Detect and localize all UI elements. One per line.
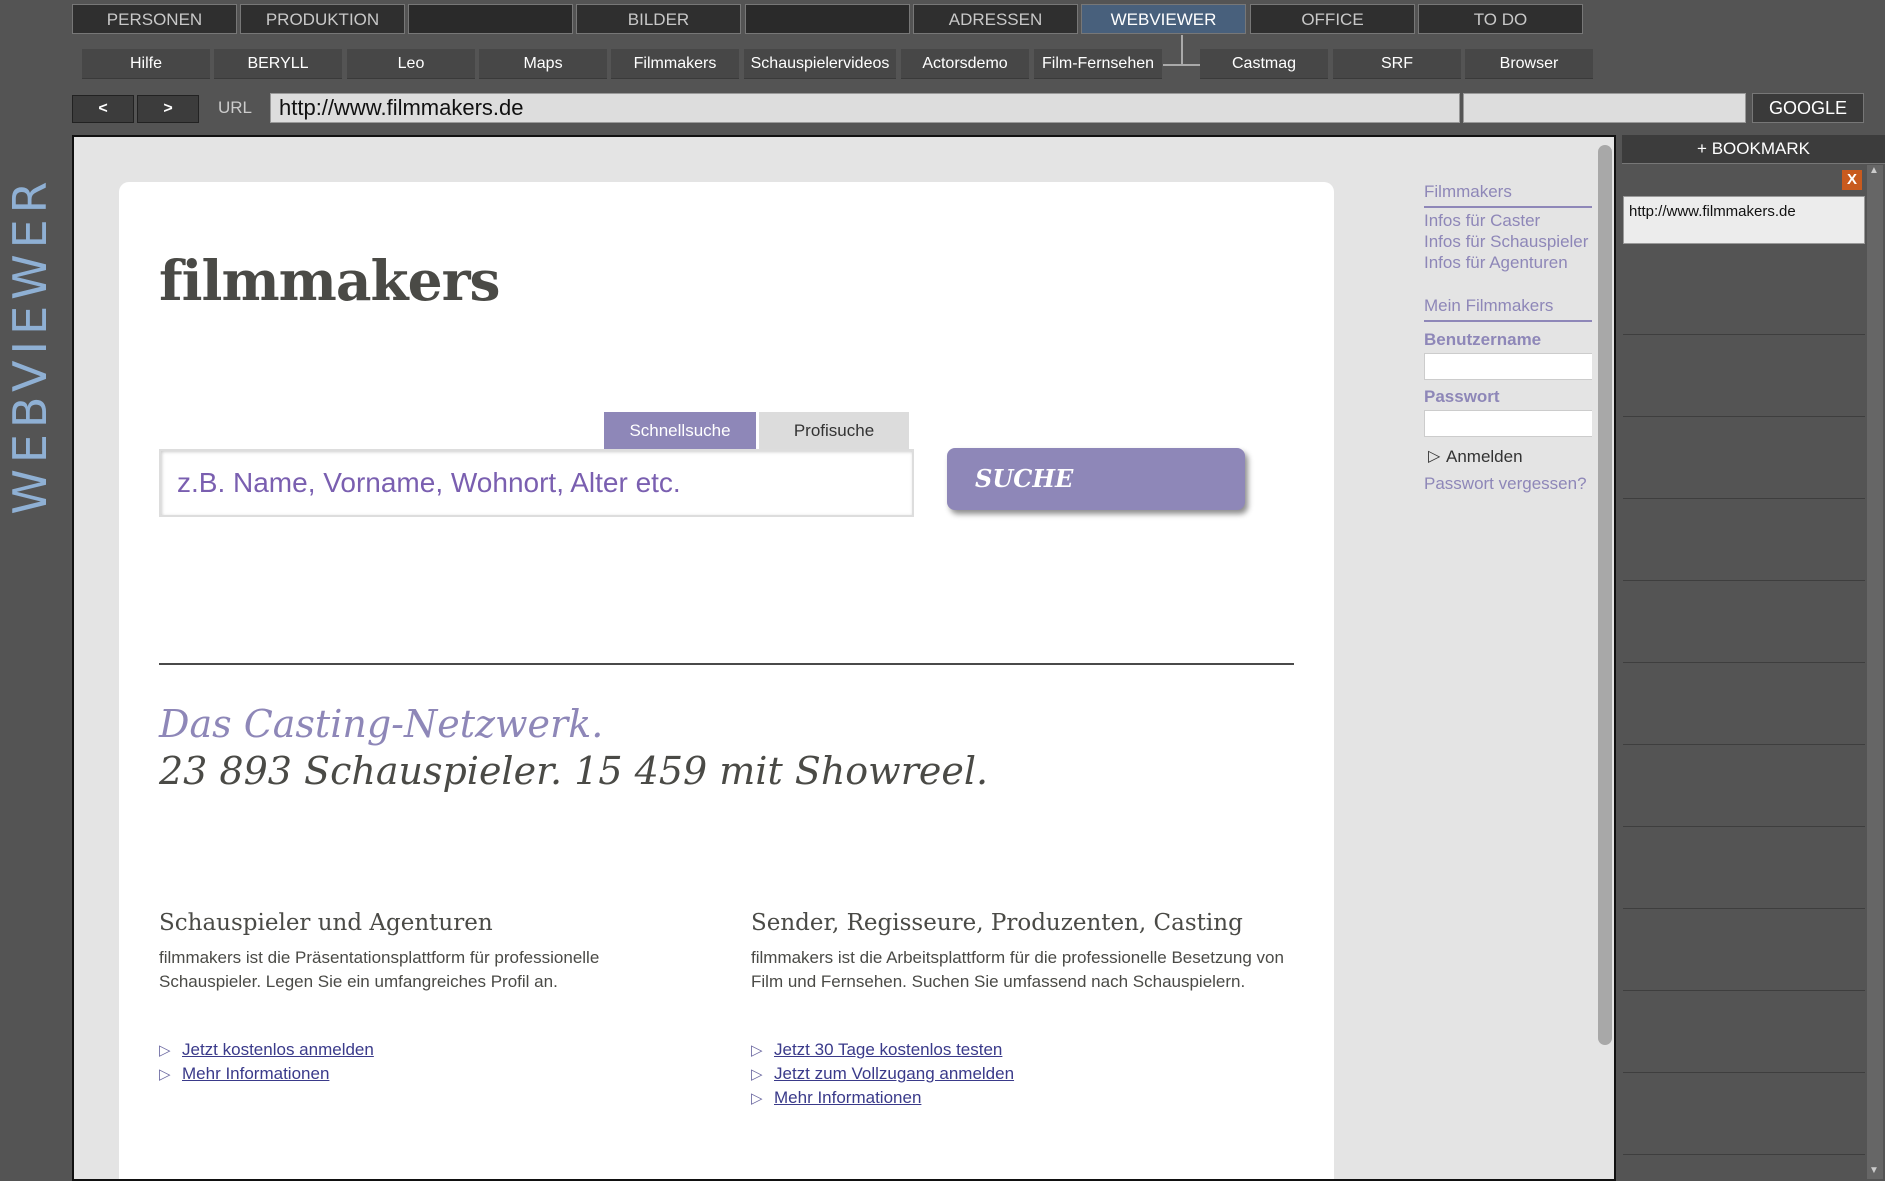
tab-profisuche[interactable]: Profisuche — [759, 412, 909, 449]
link-mehr-informationen-1[interactable]: Mehr Informationen — [182, 1064, 329, 1084]
tab-bilder[interactable]: BILDER — [576, 4, 741, 34]
arrow-icon: ▷ — [159, 1066, 171, 1083]
search-input[interactable]: z.B. Name, Vorname, Wohnort, Alter etc. — [159, 449, 914, 517]
bookmark-slot — [1623, 826, 1865, 909]
link-infos-caster[interactable]: Infos für Caster — [1424, 211, 1540, 231]
tab-blank-2[interactable] — [745, 4, 910, 34]
subtab-castmag[interactable]: Castmag — [1200, 49, 1328, 79]
subtab-leo[interactable]: Leo — [347, 49, 475, 79]
divider — [159, 663, 1294, 665]
scroll-down-icon[interactable]: ▼ — [1869, 1165, 1879, 1176]
subtab-beryll[interactable]: BERYLL — [214, 49, 342, 79]
sidebar-line — [1424, 320, 1614, 322]
username-input[interactable] — [1424, 353, 1614, 380]
tab-connector-horizontal — [1163, 64, 1201, 66]
link-30-tage-testen[interactable]: Jetzt 30 Tage kostenlos testen — [774, 1040, 1002, 1060]
col2-heading: Sender, Regisseure, Produzenten, Casting — [751, 910, 1243, 936]
bookmark-slot — [1623, 252, 1865, 335]
add-bookmark-button[interactable]: + BOOKMARK — [1622, 135, 1885, 164]
subtab-maps[interactable]: Maps — [479, 49, 607, 79]
close-icon[interactable]: X — [1842, 170, 1862, 190]
arrow-icon: ▷ — [751, 1066, 763, 1083]
tab-personen[interactable]: PERSONEN — [72, 4, 237, 34]
bookmark-slot — [1623, 334, 1865, 417]
url-label: URL — [218, 98, 253, 117]
web-view: filmmakers Schnellsuche Profisuche z.B. … — [72, 135, 1616, 1181]
tagline-stats: 23 893 Schauspieler. 15 459 mit Showreel… — [159, 749, 989, 793]
link-infos-schauspieler[interactable]: Infos für Schauspieler — [1424, 232, 1588, 252]
bookmark-item[interactable]: http://www.filmmakers.de — [1623, 196, 1865, 244]
subtab-schauspielervideos[interactable]: Schauspielervideos — [744, 49, 896, 79]
bookmark-slot — [1623, 1072, 1865, 1155]
link-vollzugang-anmelden[interactable]: Jetzt zum Vollzugang anmelden — [774, 1064, 1014, 1084]
side-title: WEBVIEWER — [0, 135, 60, 555]
username-label: Benutzername — [1424, 330, 1542, 349]
subtab-hilfe[interactable]: Hilfe — [82, 49, 210, 79]
forward-button[interactable]: > — [137, 95, 199, 123]
tab-adressen[interactable]: ADRESSEN — [913, 4, 1078, 34]
tab-todo[interactable]: TO DO — [1418, 4, 1583, 34]
sidebar-filmmakers-title[interactable]: Filmmakers — [1424, 182, 1512, 202]
tagline-network: Das Casting-Netzwerk. — [159, 702, 604, 746]
bookmark-slot — [1623, 580, 1865, 663]
filmmakers-logo: filmmakers — [159, 248, 501, 313]
side-title-text: WEBVIEWER — [3, 175, 57, 515]
arrow-icon: ▷ — [159, 1042, 171, 1059]
page-card: filmmakers Schnellsuche Profisuche z.B. … — [119, 182, 1334, 1179]
bookmark-slot — [1623, 416, 1865, 499]
subtab-film-fernsehen[interactable]: Film-Fernsehen — [1034, 49, 1162, 79]
link-infos-agenturen[interactable]: Infos für Agenturen — [1424, 253, 1568, 273]
password-label: Passwort — [1424, 387, 1500, 406]
col1-heading: Schauspieler und Agenturen — [159, 910, 493, 936]
subtab-browser[interactable]: Browser — [1465, 49, 1593, 79]
bookmark-slot — [1623, 498, 1865, 581]
forgot-password-link[interactable]: Passwort vergessen? — [1424, 474, 1587, 494]
sidebar-mein-filmmakers-title: Mein Filmmakers — [1424, 296, 1554, 315]
col2-text: filmmakers ist die Arbeitsplattform für … — [751, 948, 1284, 991]
google-button[interactable]: GOOGLE — [1752, 93, 1864, 123]
bookmark-slot — [1623, 744, 1865, 827]
password-input[interactable] — [1424, 410, 1614, 437]
login-arrow-icon: ▷ — [1428, 448, 1441, 465]
tab-blank-1[interactable] — [408, 4, 573, 34]
url-input[interactable]: http://www.filmmakers.de — [270, 93, 1460, 123]
tab-schnellsuche[interactable]: Schnellsuche — [604, 412, 756, 449]
scrollbar-thumb[interactable] — [1598, 145, 1612, 1045]
suche-button[interactable]: SUCHE — [947, 448, 1245, 510]
bookmark-slot — [1623, 990, 1865, 1073]
scroll-up-icon[interactable]: ▲ — [1869, 165, 1879, 176]
col1-text: filmmakers ist die Präsentationsplattfor… — [159, 948, 600, 991]
link-kostenlos-anmelden[interactable]: Jetzt kostenlos anmelden — [182, 1040, 374, 1060]
arrow-icon: ▷ — [751, 1090, 763, 1107]
subtab-srf[interactable]: SRF — [1333, 49, 1461, 79]
bookmark-slot — [1623, 662, 1865, 745]
sidebar-line — [1424, 206, 1614, 208]
arrow-icon: ▷ — [751, 1042, 763, 1059]
google-search-input[interactable] — [1463, 93, 1746, 123]
bookmark-scrollbar[interactable] — [1867, 165, 1883, 1179]
subtab-actorsdemo[interactable]: Actorsdemo — [901, 49, 1029, 79]
link-mehr-informationen-2[interactable]: Mehr Informationen — [774, 1088, 921, 1108]
login-link[interactable]: Anmelden — [1446, 447, 1523, 467]
bookmark-slot — [1623, 908, 1865, 991]
subtab-filmmakers[interactable]: Filmmakers — [611, 49, 739, 79]
tab-webviewer[interactable]: WEBVIEWER — [1081, 4, 1246, 34]
tab-produktion[interactable]: PRODUKTION — [240, 4, 405, 34]
tab-office[interactable]: OFFICE — [1250, 4, 1415, 34]
tab-connector — [1181, 35, 1183, 65]
back-button[interactable]: < — [72, 95, 134, 123]
